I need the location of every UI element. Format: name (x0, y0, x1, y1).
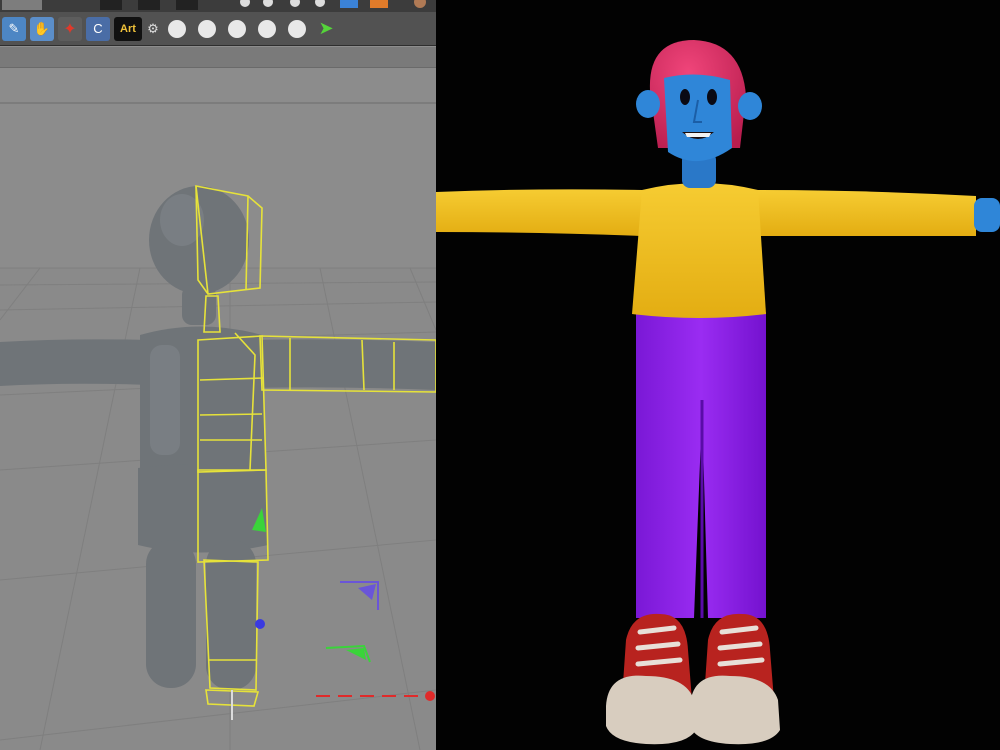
right-ear (738, 92, 762, 120)
left-eye (680, 89, 690, 105)
render-preview (436, 0, 1000, 750)
x-axis-handle[interactable] (425, 691, 435, 701)
teeth (685, 133, 711, 137)
shirt (632, 183, 766, 318)
mesh-right-leg[interactable] (206, 540, 256, 690)
z-axis-handle[interactable] (255, 619, 265, 629)
mesh-neck[interactable] (182, 285, 216, 325)
mesh-head[interactable] (149, 186, 249, 294)
left-shoe (606, 613, 696, 745)
mesh-left-arm[interactable] (0, 339, 150, 386)
right-shoe (690, 613, 780, 745)
mesh-left-leg[interactable] (146, 540, 196, 688)
mesh-right-arm[interactable] (250, 339, 436, 390)
rendered-character (436, 40, 1000, 745)
right-sleeve (754, 190, 976, 236)
mesh-hips[interactable] (138, 464, 268, 553)
right-eye (707, 89, 717, 105)
viewport-panel[interactable]: ✎ ✋ ✦ C Art ⚙ ➤ (0, 0, 436, 750)
left-sleeve (436, 189, 642, 236)
face (664, 74, 732, 162)
left-ear (636, 90, 660, 118)
right-hand (974, 198, 1000, 232)
viewport-scene[interactable] (0, 0, 436, 750)
